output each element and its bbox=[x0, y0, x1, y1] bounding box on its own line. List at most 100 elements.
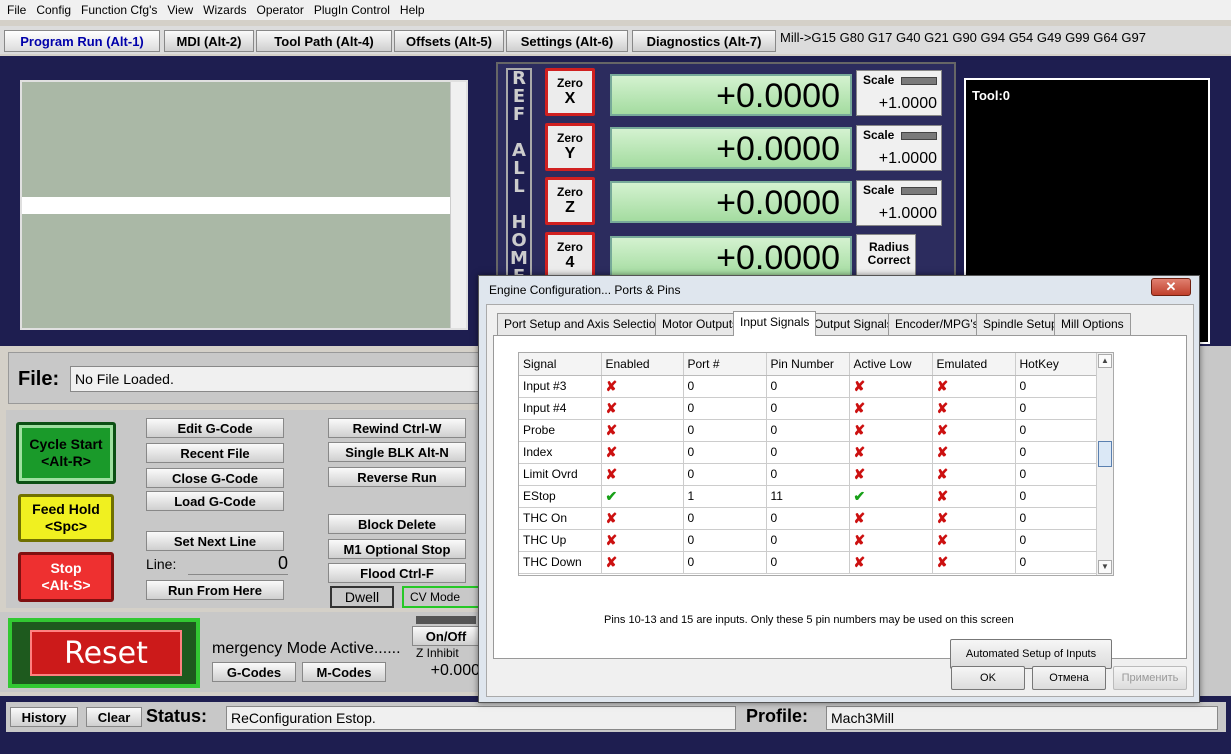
tab-spindle-setup[interactable]: Spindle Setup bbox=[976, 313, 1065, 335]
hotkey-cell[interactable]: 0 bbox=[1015, 485, 1099, 508]
port-cell[interactable]: 0 bbox=[683, 529, 767, 552]
table-row[interactable]: Probe ✘ 0 0 ✘ ✘ 0 bbox=[519, 419, 1099, 442]
enabled-cell[interactable]: ✘ bbox=[601, 529, 684, 552]
tab-output-signals[interactable]: Output Signals bbox=[807, 313, 900, 335]
zero-z-button[interactable]: Zero Z bbox=[545, 177, 595, 225]
signal-cell[interactable]: THC Down bbox=[519, 551, 602, 574]
scroll-thumb[interactable] bbox=[1098, 441, 1112, 467]
scroll-down-icon[interactable]: ▼ bbox=[1098, 560, 1112, 574]
dro-z[interactable]: +0.0000 bbox=[610, 181, 852, 223]
hotkey-cell[interactable]: 0 bbox=[1015, 463, 1099, 486]
tab-program-run[interactable]: Program Run (Alt-1) bbox=[4, 30, 160, 52]
active-low-cell[interactable]: ✔ bbox=[849, 485, 933, 508]
zero-4-button[interactable]: Zero 4 bbox=[545, 232, 595, 280]
menu-file[interactable]: File bbox=[2, 3, 31, 17]
pin-cell[interactable]: 0 bbox=[766, 551, 850, 574]
single-block-button[interactable]: Single BLK Alt-N bbox=[328, 442, 466, 462]
z-inhibit-value[interactable]: +0.000 bbox=[400, 662, 480, 682]
line-number-field[interactable]: 0 bbox=[188, 553, 288, 575]
table-row[interactable]: EStop ✔ 1 11 ✔ ✘ 0 bbox=[519, 485, 1099, 508]
pin-cell[interactable]: 0 bbox=[766, 529, 850, 552]
tab-port-setup[interactable]: Port Setup and Axis Selection bbox=[497, 313, 670, 335]
block-delete-button[interactable]: Block Delete bbox=[328, 514, 466, 534]
menu-help[interactable]: Help bbox=[395, 3, 430, 17]
emulated-cell[interactable]: ✘ bbox=[932, 485, 1016, 508]
signal-cell[interactable]: EStop bbox=[519, 485, 602, 508]
dro-4[interactable]: +0.0000 bbox=[610, 236, 852, 278]
hotkey-cell[interactable]: 0 bbox=[1015, 551, 1099, 574]
emulated-cell[interactable]: ✘ bbox=[932, 441, 1016, 464]
set-next-line-button[interactable]: Set Next Line bbox=[146, 531, 284, 551]
emulated-cell[interactable]: ✘ bbox=[932, 529, 1016, 552]
load-gcode-button[interactable]: Load G-Code bbox=[146, 491, 284, 511]
table-row[interactable]: THC Down ✘ 0 0 ✘ ✘ 0 bbox=[519, 551, 1099, 574]
active-low-cell[interactable]: ✘ bbox=[849, 551, 933, 574]
tab-mdi[interactable]: MDI (Alt-2) bbox=[164, 30, 254, 52]
m1-optional-stop-button[interactable]: M1 Optional Stop bbox=[328, 539, 466, 559]
tab-tool-path[interactable]: Tool Path (Alt-4) bbox=[256, 30, 392, 52]
emulated-cell[interactable]: ✘ bbox=[932, 507, 1016, 530]
dro-x[interactable]: +0.0000 bbox=[610, 74, 852, 116]
signal-cell[interactable]: THC Up bbox=[519, 529, 602, 552]
active-low-cell[interactable]: ✘ bbox=[849, 463, 933, 486]
enabled-cell[interactable]: ✘ bbox=[601, 441, 684, 464]
tab-motor-outputs[interactable]: Motor Outputs bbox=[655, 313, 746, 335]
input-signals-grid[interactable]: Signal Enabled Port # Pin Number Active … bbox=[518, 352, 1114, 576]
table-row[interactable]: THC Up ✘ 0 0 ✘ ✘ 0 bbox=[519, 529, 1099, 552]
clear-button[interactable]: Clear bbox=[86, 707, 142, 727]
table-row[interactable]: THC On ✘ 0 0 ✘ ✘ 0 bbox=[519, 507, 1099, 530]
cancel-button[interactable]: Отмена bbox=[1032, 666, 1106, 690]
dro-y[interactable]: +0.0000 bbox=[610, 127, 852, 169]
port-cell[interactable]: 0 bbox=[683, 397, 767, 420]
mcodes-button[interactable]: M-Codes bbox=[302, 662, 386, 682]
port-cell[interactable]: 0 bbox=[683, 507, 767, 530]
tab-settings[interactable]: Settings (Alt-6) bbox=[506, 30, 628, 52]
table-row[interactable]: Input #4 ✘ 0 0 ✘ ✘ 0 bbox=[519, 397, 1099, 420]
signal-cell[interactable]: THC On bbox=[519, 507, 602, 530]
emulated-cell[interactable]: ✘ bbox=[932, 375, 1016, 398]
active-low-cell[interactable]: ✘ bbox=[849, 441, 933, 464]
pin-cell[interactable]: 0 bbox=[766, 463, 850, 486]
cycle-start-button[interactable]: Cycle Start <Alt-R> bbox=[16, 422, 116, 484]
hotkey-cell[interactable]: 0 bbox=[1015, 397, 1099, 420]
radius-correct-button[interactable]: Radius Correct bbox=[856, 234, 916, 280]
history-button[interactable]: History bbox=[10, 707, 78, 727]
close-gcode-button[interactable]: Close G-Code bbox=[146, 468, 284, 488]
scroll-up-icon[interactable]: ▲ bbox=[1098, 354, 1112, 368]
gcodes-button[interactable]: G-Codes bbox=[212, 662, 296, 682]
menu-wizards[interactable]: Wizards bbox=[198, 3, 251, 17]
apply-button[interactable]: Применить bbox=[1113, 666, 1187, 690]
reverse-run-button[interactable]: Reverse Run bbox=[328, 467, 466, 487]
pin-cell[interactable]: 11 bbox=[766, 485, 850, 508]
emulated-cell[interactable]: ✘ bbox=[932, 551, 1016, 574]
emulated-cell[interactable]: ✘ bbox=[932, 397, 1016, 420]
zero-x-button[interactable]: Zero X bbox=[545, 68, 595, 116]
table-row[interactable]: Input #3 ✘ 0 0 ✘ ✘ 0 bbox=[519, 375, 1099, 398]
port-cell[interactable]: 0 bbox=[683, 441, 767, 464]
menu-view[interactable]: View bbox=[162, 3, 198, 17]
tab-encoder-mpgs[interactable]: Encoder/MPG's bbox=[888, 313, 986, 335]
tab-diagnostics[interactable]: Diagnostics (Alt-7) bbox=[632, 30, 776, 52]
grid-scrollbar[interactable]: ▲ ▼ bbox=[1096, 353, 1113, 575]
enabled-cell[interactable]: ✘ bbox=[601, 507, 684, 530]
active-low-cell[interactable]: ✘ bbox=[849, 507, 933, 530]
signal-cell[interactable]: Input #3 bbox=[519, 375, 602, 398]
hotkey-cell[interactable]: 0 bbox=[1015, 419, 1099, 442]
hotkey-cell[interactable]: 0 bbox=[1015, 441, 1099, 464]
hotkey-cell[interactable]: 0 bbox=[1015, 507, 1099, 530]
menu-function-cfgs[interactable]: Function Cfg's bbox=[76, 3, 162, 17]
scale-y[interactable]: Scale +1.0000 bbox=[856, 125, 942, 171]
signal-cell[interactable]: Limit Ovrd bbox=[519, 463, 602, 486]
scale-x[interactable]: Scale +1.0000 bbox=[856, 70, 942, 116]
enabled-cell[interactable]: ✘ bbox=[601, 397, 684, 420]
close-icon[interactable]: ✕ bbox=[1151, 278, 1191, 296]
pin-cell[interactable]: 0 bbox=[766, 507, 850, 530]
recent-file-button[interactable]: Recent File bbox=[146, 443, 284, 463]
tab-input-signals[interactable]: Input Signals bbox=[733, 311, 817, 336]
hotkey-cell[interactable]: 0 bbox=[1015, 375, 1099, 398]
port-cell[interactable]: 0 bbox=[683, 375, 767, 398]
on-off-button[interactable]: On/Off bbox=[412, 626, 480, 646]
tab-mill-options[interactable]: Mill Options bbox=[1054, 313, 1131, 335]
emulated-cell[interactable]: ✘ bbox=[932, 463, 1016, 486]
active-low-cell[interactable]: ✘ bbox=[849, 529, 933, 552]
